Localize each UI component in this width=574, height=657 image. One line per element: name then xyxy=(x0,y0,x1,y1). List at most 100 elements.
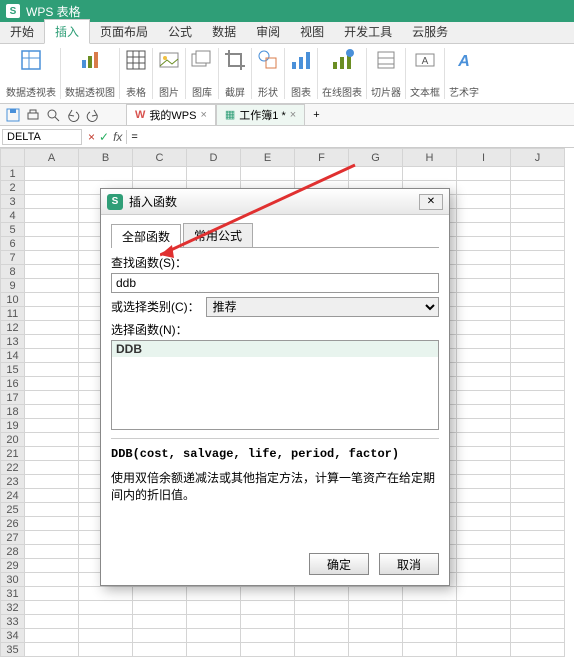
row-header[interactable]: 23 xyxy=(1,475,25,489)
cell[interactable] xyxy=(511,475,565,489)
print-icon[interactable] xyxy=(26,108,40,122)
cell[interactable] xyxy=(187,167,241,181)
cell[interactable] xyxy=(25,251,79,265)
col-header[interactable]: D xyxy=(187,149,241,167)
ribbon-gallery[interactable]: 图库 xyxy=(186,48,219,99)
cell[interactable] xyxy=(511,279,565,293)
cell[interactable] xyxy=(295,601,349,615)
row-header[interactable]: 16 xyxy=(1,377,25,391)
fx-icon[interactable]: fx xyxy=(113,130,122,144)
cell[interactable] xyxy=(511,587,565,601)
cell[interactable] xyxy=(133,587,187,601)
undo-icon[interactable] xyxy=(66,108,80,122)
ribbon-crop[interactable]: 截屏 xyxy=(219,48,252,99)
cell[interactable] xyxy=(241,167,295,181)
cell[interactable] xyxy=(511,181,565,195)
cell[interactable] xyxy=(511,223,565,237)
cell[interactable] xyxy=(25,489,79,503)
doc-tab-workbook[interactable]: ▦ 工作簿1 * × xyxy=(216,104,305,126)
row-header[interactable]: 3 xyxy=(1,195,25,209)
preview-icon[interactable] xyxy=(46,108,60,122)
cell[interactable] xyxy=(511,503,565,517)
cell[interactable] xyxy=(295,643,349,657)
cell[interactable] xyxy=(511,363,565,377)
cell[interactable] xyxy=(25,265,79,279)
cell[interactable] xyxy=(349,167,403,181)
row-header[interactable]: 32 xyxy=(1,601,25,615)
cell[interactable] xyxy=(511,335,565,349)
cell[interactable] xyxy=(133,629,187,643)
cell[interactable] xyxy=(511,559,565,573)
cell[interactable] xyxy=(187,615,241,629)
cell[interactable] xyxy=(403,615,457,629)
cell[interactable] xyxy=(511,251,565,265)
cell[interactable] xyxy=(25,447,79,461)
cell[interactable] xyxy=(511,405,565,419)
ribbon-slicer[interactable]: 切片器 xyxy=(367,48,406,99)
cell[interactable] xyxy=(25,279,79,293)
ribbon-textbox[interactable]: A 文本框 xyxy=(406,48,445,99)
menu-tab-4[interactable]: 数据 xyxy=(202,20,246,43)
close-icon[interactable]: × xyxy=(290,109,296,121)
cell[interactable] xyxy=(25,643,79,657)
menu-tab-7[interactable]: 开发工具 xyxy=(334,20,402,43)
cell[interactable] xyxy=(79,615,133,629)
row-header[interactable]: 22 xyxy=(1,461,25,475)
cell[interactable] xyxy=(349,615,403,629)
cell[interactable] xyxy=(511,307,565,321)
ribbon-table[interactable]: 表格 xyxy=(120,48,153,99)
cell[interactable] xyxy=(79,167,133,181)
close-icon[interactable]: × xyxy=(200,109,206,121)
dialog-close-button[interactable]: ✕ xyxy=(419,194,443,210)
row-header[interactable]: 8 xyxy=(1,265,25,279)
row-header[interactable]: 31 xyxy=(1,587,25,601)
cell[interactable] xyxy=(241,643,295,657)
row-header[interactable]: 35 xyxy=(1,643,25,657)
cell[interactable] xyxy=(511,629,565,643)
cell[interactable] xyxy=(295,615,349,629)
cell[interactable] xyxy=(457,405,511,419)
cell[interactable] xyxy=(457,293,511,307)
col-header[interactable]: I xyxy=(457,149,511,167)
cell[interactable] xyxy=(457,391,511,405)
ok-button[interactable]: 确定 xyxy=(309,553,369,575)
cell[interactable] xyxy=(511,265,565,279)
cell[interactable] xyxy=(25,559,79,573)
cell[interactable] xyxy=(25,391,79,405)
cell[interactable] xyxy=(457,629,511,643)
cell[interactable] xyxy=(25,307,79,321)
name-box[interactable] xyxy=(2,129,82,145)
cell[interactable] xyxy=(457,209,511,223)
cell[interactable] xyxy=(457,363,511,377)
cell[interactable] xyxy=(457,307,511,321)
cell[interactable] xyxy=(25,167,79,181)
cell[interactable] xyxy=(79,629,133,643)
cell[interactable] xyxy=(25,293,79,307)
cell[interactable] xyxy=(457,279,511,293)
search-input[interactable] xyxy=(111,273,439,293)
cell[interactable] xyxy=(25,461,79,475)
col-header[interactable]: H xyxy=(403,149,457,167)
col-header[interactable]: E xyxy=(241,149,295,167)
cell[interactable] xyxy=(295,629,349,643)
cell[interactable] xyxy=(25,503,79,517)
row-header[interactable]: 1 xyxy=(1,167,25,181)
row-header[interactable]: 14 xyxy=(1,349,25,363)
cell[interactable] xyxy=(349,587,403,601)
menu-tab-5[interactable]: 审阅 xyxy=(246,20,290,43)
cell[interactable] xyxy=(133,601,187,615)
cell[interactable] xyxy=(349,601,403,615)
cell[interactable] xyxy=(25,545,79,559)
cell[interactable] xyxy=(187,629,241,643)
ribbon-wordart[interactable]: A 艺术字 xyxy=(445,48,483,99)
row-header[interactable]: 19 xyxy=(1,419,25,433)
cell[interactable] xyxy=(25,335,79,349)
cell[interactable] xyxy=(241,601,295,615)
cell[interactable] xyxy=(241,629,295,643)
menu-tab-0[interactable]: 开始 xyxy=(0,20,44,43)
cell[interactable] xyxy=(511,391,565,405)
row-header[interactable]: 13 xyxy=(1,335,25,349)
formula-input[interactable]: = xyxy=(126,130,574,144)
cell[interactable] xyxy=(457,167,511,181)
cell[interactable] xyxy=(511,377,565,391)
